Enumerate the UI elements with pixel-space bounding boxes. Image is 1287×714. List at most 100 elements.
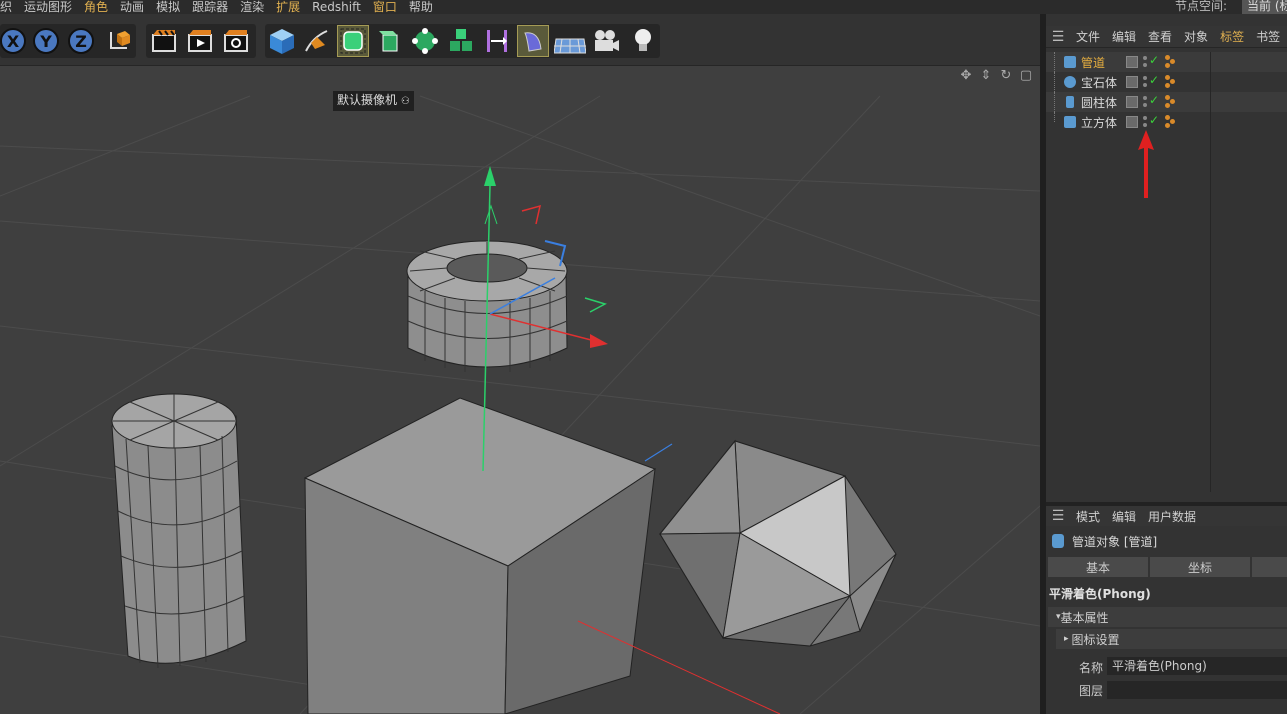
enabled-check-icon[interactable]: ✓ [1149, 113, 1159, 127]
z-axis-label: Z [68, 28, 94, 54]
tab-basic[interactable]: 基本 [1048, 557, 1148, 577]
toggle-view-icon[interactable]: ▢ [1018, 68, 1034, 84]
object-name[interactable]: 管道 [1081, 54, 1105, 71]
symmetry-button[interactable] [481, 25, 513, 57]
render-settings-icon [224, 30, 248, 52]
am-menu-mode[interactable]: 模式 [1070, 508, 1106, 525]
gem-object[interactable] [658, 439, 897, 647]
subdivision-surface-button[interactable] [337, 25, 369, 57]
attribute-tabs: 基本 坐标 [1048, 557, 1287, 577]
visibility-dots-icon[interactable] [1141, 55, 1149, 69]
om-menu-file[interactable]: 文件 [1070, 28, 1106, 45]
name-label: 名称 [1079, 661, 1104, 675]
deformer-icon [524, 32, 542, 52]
menu-item[interactable]: 角色 [78, 0, 114, 14]
am-menu-userdata[interactable]: 用户数据 [1142, 508, 1202, 525]
om-menu-view[interactable]: 查看 [1142, 28, 1178, 45]
menu-item[interactable]: Redshift [306, 0, 367, 14]
menu-item[interactable]: 织 [0, 0, 18, 14]
hamburger-menu-icon[interactable]: ☰ [1046, 508, 1070, 524]
pen-spline-button[interactable] [301, 25, 333, 57]
y-axis-lock-button[interactable]: Y [30, 25, 62, 57]
render-view-button[interactable] [148, 25, 180, 57]
floor-plane-icon [554, 38, 586, 54]
floor-plane-button[interactable] [554, 25, 586, 57]
extrude-icon [379, 31, 398, 52]
om-menu-objects[interactable]: 对象 [1178, 28, 1214, 45]
coordinate-system-icon [110, 31, 130, 49]
editor-visibility-toggle[interactable] [1126, 76, 1138, 88]
node-space-dropdown[interactable]: 当前 (标 [1242, 0, 1287, 14]
om-menu-bookmarks[interactable]: 书签 [1250, 28, 1286, 45]
cube-button[interactable] [266, 25, 298, 57]
viewport-scene[interactable] [0, 66, 1040, 714]
cloner-button[interactable] [409, 25, 441, 57]
tab-coordinates[interactable]: 坐标 [1150, 557, 1250, 577]
mograph-cubes-button[interactable] [445, 25, 477, 57]
object-name[interactable]: 圆柱体 [1081, 94, 1117, 111]
render-view-icon [152, 30, 176, 52]
move-view-icon[interactable]: ✥ [958, 68, 974, 84]
menu-item[interactable]: 帮助 [403, 0, 439, 14]
visibility-dots-icon[interactable] [1141, 115, 1149, 129]
object-row-cube[interactable]: 立方体 ✓ [1046, 112, 1287, 132]
object-name[interactable]: 宝石体 [1081, 74, 1117, 91]
attribute-title-text: 管道对象 [管道] [1072, 534, 1158, 549]
z-axis-lock-button[interactable]: Z [65, 25, 97, 57]
object-row-cylinder[interactable]: 圆柱体 ✓ [1046, 92, 1287, 112]
object-name[interactable]: 立方体 [1081, 114, 1117, 131]
coordinate-system-button[interactable] [102, 25, 134, 57]
menu-item[interactable]: 模拟 [150, 0, 186, 14]
symmetry-icon [487, 30, 507, 52]
object-row-tube[interactable]: 管道 ✓ [1046, 52, 1287, 72]
x-axis-lock-button[interactable]: X [0, 25, 29, 57]
menu-item[interactable]: 动画 [114, 0, 150, 14]
om-menu-edit[interactable]: 编辑 [1106, 28, 1142, 45]
cube-object[interactable] [303, 397, 657, 714]
menu-item[interactable]: 渲染 [234, 0, 270, 14]
editor-visibility-toggle[interactable] [1126, 116, 1138, 128]
visibility-dots-icon[interactable] [1141, 75, 1149, 89]
enabled-check-icon[interactable]: ✓ [1149, 73, 1159, 87]
camera-label[interactable]: 默认摄像机 ⚇ [333, 91, 414, 111]
3d-viewport[interactable]: ✥ ⇕ ↻ ▢ 默认摄像机 ⚇ [0, 66, 1040, 714]
editor-visibility-toggle[interactable] [1126, 56, 1138, 68]
editor-visibility-toggle[interactable] [1126, 96, 1138, 108]
name-field[interactable]: 平滑着色(Phong) [1107, 657, 1287, 675]
menu-item[interactable]: 扩展 [270, 0, 306, 14]
cylinder-icon [1066, 96, 1074, 108]
menu-item[interactable]: 运动图形 [18, 0, 78, 14]
tab-more[interactable] [1252, 557, 1287, 577]
cloner-icon [412, 28, 438, 54]
object-row-gem[interactable]: 宝石体 ✓ [1046, 72, 1287, 92]
extrude-button[interactable] [373, 25, 405, 57]
zoom-view-icon[interactable]: ⇕ [978, 68, 994, 84]
menu-item[interactable]: 跟踪器 [186, 0, 234, 14]
visibility-dots-icon[interactable] [1141, 95, 1149, 109]
section-title: 平滑着色(Phong) [1049, 587, 1151, 601]
column-separator [1210, 52, 1211, 492]
menu-item[interactable]: 窗口 [367, 0, 403, 14]
group-icon-settings[interactable]: ▸ 图标设置 [1056, 629, 1287, 649]
camera-button[interactable] [590, 25, 622, 57]
expand-right-icon: ▸ [1064, 634, 1069, 644]
phong-tag-icon[interactable] [1164, 115, 1178, 129]
phong-tag-icon[interactable] [1164, 55, 1178, 69]
enabled-check-icon[interactable]: ✓ [1149, 53, 1159, 67]
cylinder-object[interactable] [111, 393, 247, 669]
om-menu-tags[interactable]: 标签 [1214, 28, 1250, 45]
group-basic-properties[interactable]: ▾ 基本属性 [1048, 607, 1287, 627]
enabled-check-icon[interactable]: ✓ [1149, 93, 1159, 107]
camera-label-text: 默认摄像机 [337, 93, 398, 107]
render-settings-button[interactable] [220, 25, 252, 57]
hamburger-menu-icon[interactable]: ☰ [1046, 29, 1070, 45]
phong-tag-icon[interactable] [1164, 75, 1178, 89]
phong-tag-icon[interactable] [1164, 95, 1178, 109]
layer-field[interactable] [1107, 681, 1287, 699]
render-picture-viewer-button[interactable] [184, 25, 216, 57]
light-icon [635, 29, 651, 51]
deformer-button[interactable] [517, 25, 549, 57]
am-menu-edit[interactable]: 编辑 [1106, 508, 1142, 525]
rotate-view-icon[interactable]: ↻ [998, 68, 1014, 84]
light-button[interactable] [627, 25, 659, 57]
